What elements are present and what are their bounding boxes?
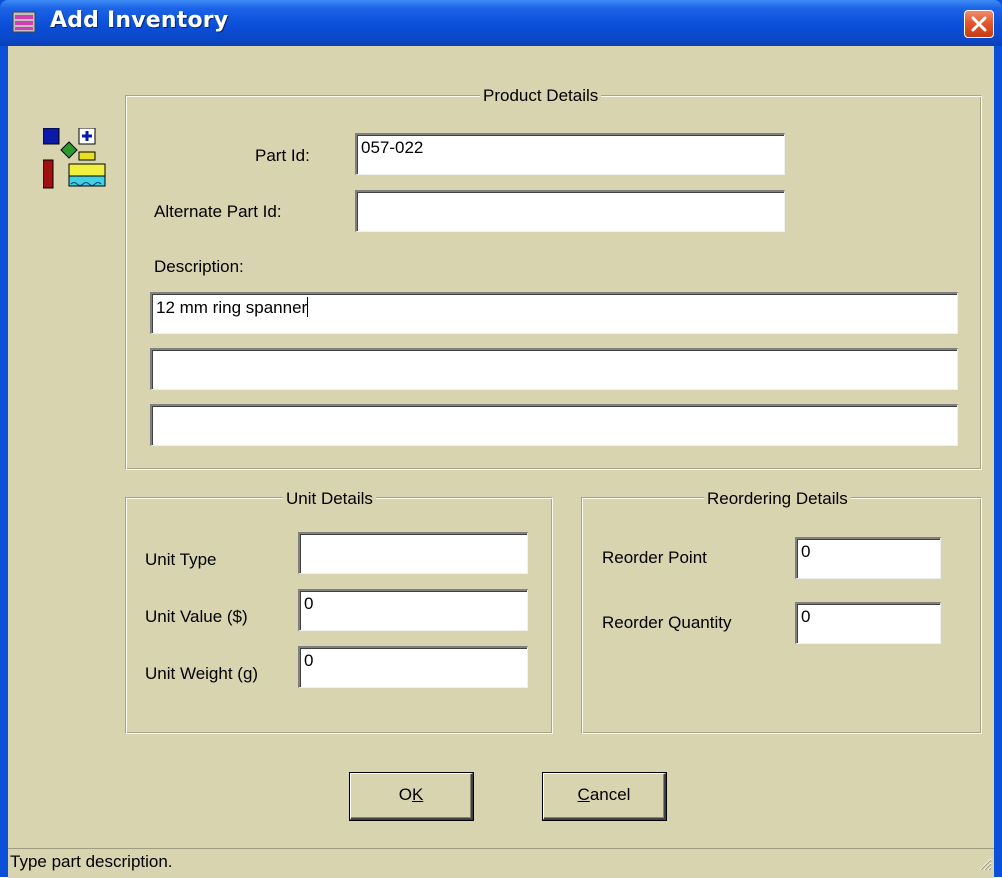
unit-value-input[interactable]: 0 xyxy=(298,589,528,631)
alternate-part-id-label: Alternate Part Id: xyxy=(154,202,282,221)
unit-weight-input[interactable]: 0 xyxy=(298,646,528,688)
status-text: Type part description. xyxy=(10,852,173,871)
unit-type-label: Unit Type xyxy=(145,550,217,569)
part-id-label: Part Id: xyxy=(255,146,310,165)
cancel-button-label: Cancel xyxy=(577,785,631,804)
unit-value-label: Unit Value ($) xyxy=(145,607,248,626)
description-label: Description: xyxy=(154,257,244,276)
window-title: Add Inventory xyxy=(50,8,229,33)
reordering-details-legend: Reordering Details xyxy=(704,489,851,509)
text-cursor xyxy=(307,297,309,317)
reorder-quantity-label: Reorder Quantity xyxy=(602,613,732,632)
product-details-legend: Product Details xyxy=(480,86,602,106)
reorder-quantity-input[interactable]: 0 xyxy=(795,602,941,644)
title-bar[interactable]: Add Inventory xyxy=(0,0,1002,46)
close-icon xyxy=(971,16,987,32)
dialog-body: Product Details Part Id: 057-022 Alterna… xyxy=(8,46,994,872)
description-line-1-text: 12 mm ring spanner xyxy=(156,298,308,317)
description-line-1-input[interactable]: 12 mm ring spanner xyxy=(150,292,958,334)
description-line-2-input[interactable] xyxy=(150,348,958,390)
alternate-part-id-input[interactable] xyxy=(355,190,785,232)
ok-button[interactable]: OK xyxy=(350,773,473,820)
reorder-point-input[interactable]: 0 xyxy=(795,537,941,579)
resize-grip-icon[interactable] xyxy=(978,857,992,871)
ok-button-label: OK xyxy=(398,785,424,804)
status-bar: Type part description. xyxy=(8,848,994,878)
reorder-point-label: Reorder Point xyxy=(602,548,707,567)
description-line-3-input[interactable] xyxy=(150,404,958,446)
add-inventory-window: Add Inventory Product Details Part Id: 0… xyxy=(0,0,1002,878)
close-button[interactable] xyxy=(964,10,994,38)
part-id-input[interactable]: 057-022 xyxy=(355,133,785,175)
unit-type-input[interactable] xyxy=(298,532,528,574)
unit-weight-label: Unit Weight (g) xyxy=(145,664,259,683)
unit-details-legend: Unit Details xyxy=(283,489,376,509)
inventory-app-icon xyxy=(12,11,36,33)
inventory-shapes-icon xyxy=(43,128,106,189)
cancel-button[interactable]: Cancel xyxy=(543,773,666,820)
